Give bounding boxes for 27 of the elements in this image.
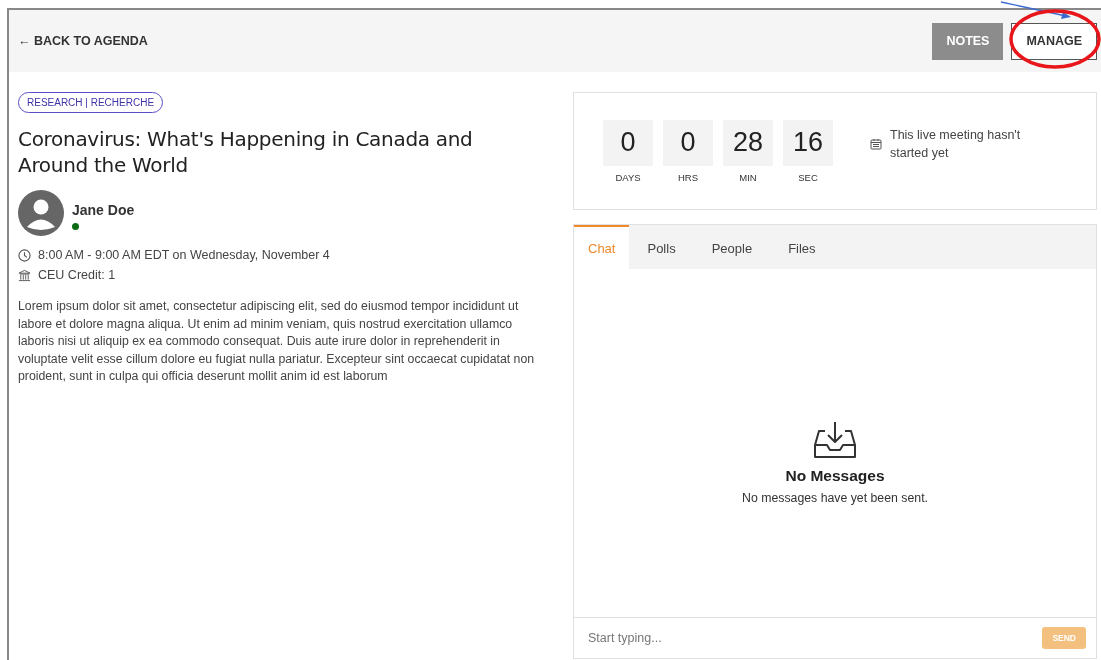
session-title: Coronavirus: What's Happening in Canada and Around the World [18,126,474,178]
panel-tab[interactable]: People [693,225,771,269]
speaker-name: Jane Doe [72,202,135,218]
countdown-label: MIN [739,171,757,183]
clock-icon [18,248,31,262]
back-link[interactable]: ← BACK TO AGENDA [18,34,148,48]
countdown-label: HRS [677,171,699,183]
countdown-value: 16 [783,119,833,166]
session-time: 8:00 AM - 9:00 AM EDT on Wednesday, November 4 [38,248,330,262]
ceu-credit: CEU Credit: 1 [38,268,116,282]
countdown-label: DAYS [615,171,641,183]
avatar-icon [18,190,64,236]
annotation-arrow [1000,1,1071,19]
inbox-icon [813,421,857,459]
countdown-value: 28 [723,119,773,166]
empty-title: No Messages [785,467,885,485]
panel-tab[interactable]: Polls [629,225,694,269]
panel-tab[interactable]: Files [770,225,834,269]
bank-icon [18,268,31,282]
calendar-icon [870,138,882,150]
empty-message: No messages have yet been sent. [742,491,928,505]
manage-button[interactable]: MANAGE [1011,22,1097,60]
meeting-status: This live meeting hasn't started yet [890,127,1022,162]
countdown-value: 0 [663,119,713,166]
countdown-label: SEC [798,171,818,183]
session-description: Lorem ipsum dolor sit amet, consectetur adipiscing elit, sed do eiusmod tempor incididunt ut labore et dolore magna aliqua. Ut enim ad minim veniam, quis nostrud exercitation ullamco laboris nisi ut aliquip ex ea commodo consequat. Duis aute irure dolor in reprehenderit in voluptate velit esse cillum dolore eu fugiat nulla pariatur. Excepteur sint occaecat cupidatat non proident, sunt in culpa qui officia deserunt mollit anim id est laborum [18,298,536,385]
countdown-value: 0 [603,119,653,166]
